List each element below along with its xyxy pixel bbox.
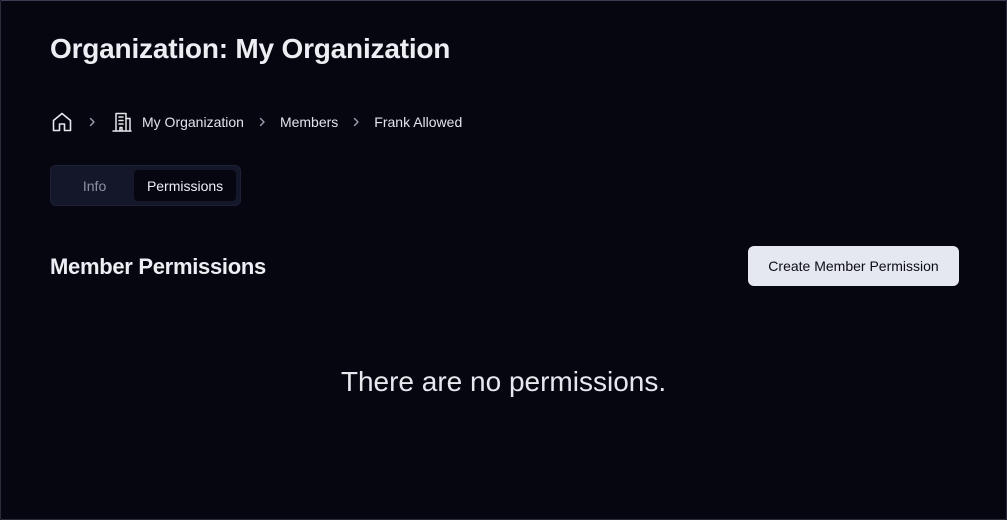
breadcrumb-item-members[interactable]: Members: [280, 110, 338, 134]
home-icon[interactable]: [50, 110, 74, 134]
breadcrumb-item-organization[interactable]: My Organization: [142, 110, 244, 134]
breadcrumb: My Organization Members Frank Allowed: [50, 110, 462, 134]
create-member-permission-button[interactable]: Create Member Permission: [748, 246, 959, 286]
chevron-right-icon: [350, 116, 362, 128]
section-title: Member Permissions: [50, 254, 266, 279]
tab-permissions[interactable]: Permissions: [134, 170, 236, 201]
page-title: Organization: My Organization: [50, 33, 451, 64]
tab-list: Info Permissions: [50, 165, 241, 206]
chevron-right-icon: [256, 116, 268, 128]
building-icon: [110, 110, 134, 134]
empty-state-message: There are no permissions.: [340, 366, 667, 397]
chevron-right-icon: [86, 116, 98, 128]
tab-info[interactable]: Info: [55, 170, 134, 201]
breadcrumb-item-current: Frank Allowed: [374, 114, 463, 130]
